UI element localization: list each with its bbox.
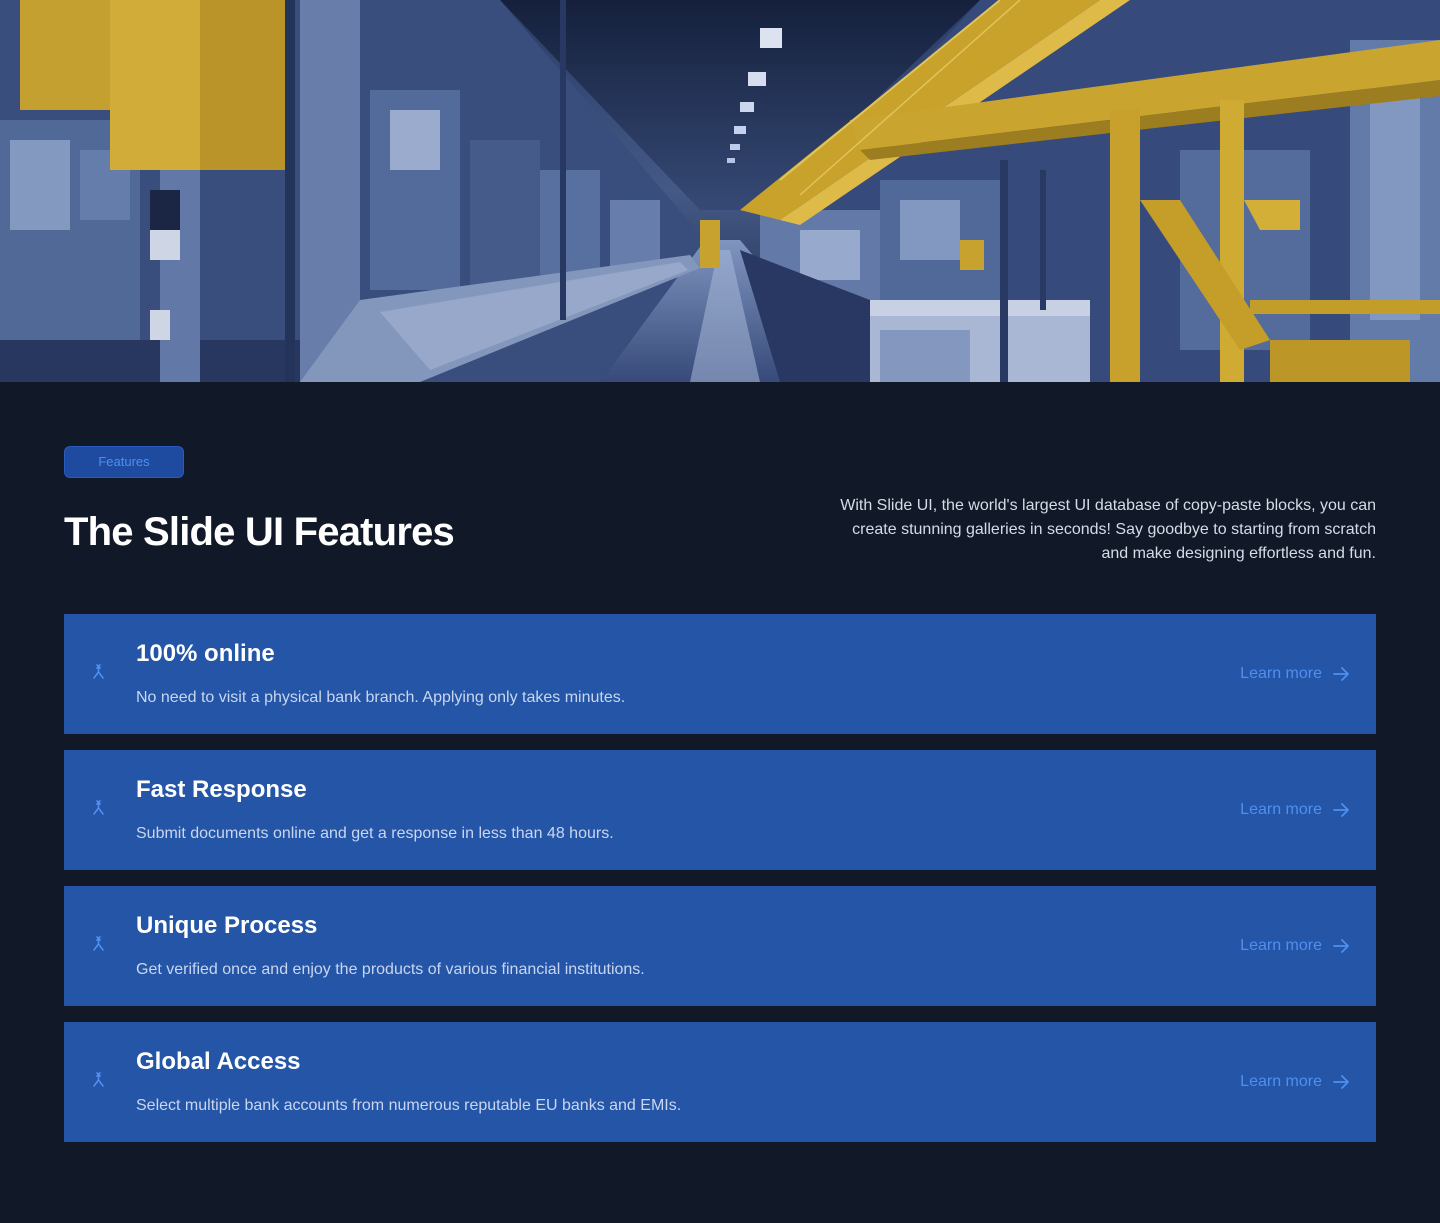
feature-card-fast-response: Fast Response Submit documents online an… (64, 750, 1376, 870)
section-description: With Slide UI, the world's largest UI da… (840, 497, 1376, 562)
features-section: Features The Slide UI Features With Slid… (0, 382, 1440, 1223)
arrow-right-icon (1333, 939, 1349, 953)
page: Features The Slide UI Features With Slid… (0, 0, 1440, 1223)
feature-description: Get verified once and enjoy the products… (136, 961, 645, 978)
features-badge: Features (64, 446, 184, 478)
learn-more-link[interactable]: Learn more (1240, 798, 1350, 822)
learn-more-label: Learn more (1240, 1073, 1322, 1090)
learn-more-label: Learn more (1240, 665, 1322, 682)
feature-title: Global Access (136, 1048, 301, 1075)
feature-card-global-access: Global Access Select multiple bank accou… (64, 1022, 1376, 1142)
feature-title: Unique Process (136, 912, 318, 939)
learn-more-label: Learn more (1240, 801, 1322, 818)
feature-title: Fast Response (136, 776, 307, 803)
hero-image (0, 0, 1440, 382)
section-title: The Slide UI Features (64, 510, 455, 554)
merge-arrow-icon (90, 662, 110, 682)
feature-card-unique-process: Unique Process Get verified once and enj… (64, 886, 1376, 1006)
learn-more-label: Learn more (1240, 937, 1322, 954)
factory-photo (0, 0, 1440, 382)
arrow-right-icon (1333, 1075, 1349, 1089)
learn-more-link[interactable]: Learn more (1240, 1070, 1350, 1094)
feature-description: Submit documents online and get a respon… (136, 825, 614, 842)
learn-more-link[interactable]: Learn more (1240, 662, 1350, 686)
feature-title: 100% online (136, 640, 275, 667)
arrow-right-icon (1333, 803, 1349, 817)
arrow-right-icon (1333, 667, 1349, 681)
feature-description: Select multiple bank accounts from numer… (136, 1097, 682, 1114)
merge-arrow-icon (90, 934, 110, 954)
feature-description: No need to visit a physical bank branch.… (136, 689, 626, 706)
learn-more-link[interactable]: Learn more (1240, 934, 1350, 958)
merge-arrow-icon (90, 798, 110, 818)
feature-card-online: 100% online No need to visit a physical … (64, 614, 1376, 734)
feature-list: 100% online No need to visit a physical … (64, 614, 1376, 1158)
merge-arrow-icon (90, 1070, 110, 1090)
